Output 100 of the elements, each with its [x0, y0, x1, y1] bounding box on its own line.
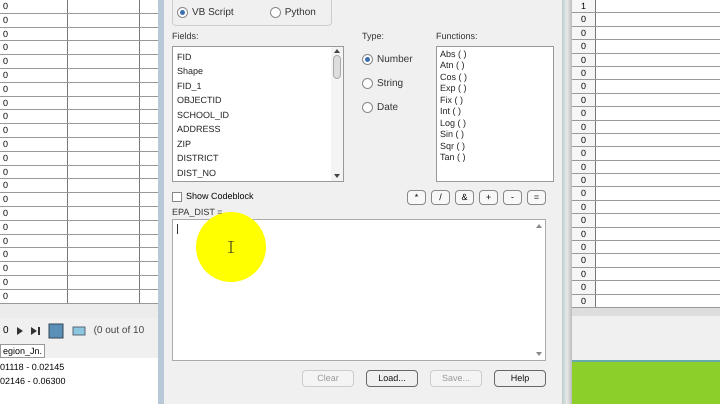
table-cell: 0 [572, 160, 596, 174]
field-item[interactable]: OBJECTID [177, 93, 331, 108]
expression-label: EPA_DIST = [172, 206, 224, 219]
table-cell: 0 [572, 294, 596, 307]
table-cell: 0 [572, 107, 596, 120]
record-count: (0 out of 10 [94, 324, 144, 338]
operator-button[interactable]: / [431, 190, 450, 204]
table-cell-text: 0 [2, 124, 8, 137]
dialog-button[interactable]: Help [494, 370, 546, 387]
function-item[interactable]: Log ( ) [440, 118, 553, 129]
legend-label: 01118 - 0.02145 [0, 360, 66, 374]
table-cell: 0 [572, 66, 596, 80]
radio-button[interactable] [362, 78, 373, 88]
operator-button[interactable]: * [407, 190, 426, 204]
expression-field[interactable] [172, 219, 546, 361]
field-item[interactable]: DIST_NO [177, 166, 331, 180]
scrollbar[interactable] [331, 46, 343, 180]
function-item[interactable]: Sqr ( ) [440, 140, 553, 152]
operator-button[interactable]: - [503, 190, 522, 204]
table-cell-text: 0 [2, 276, 8, 289]
functions-list[interactable]: Abs ( ) Atn ( ) Cos ( ) Exp ( ) Fix ( ) Int ( ) Log ( ) Sin ( ) Sqr ( ) Tan ( ) [436, 46, 554, 182]
table-tab[interactable]: egion_Jn. [0, 344, 46, 358]
table-view-icon[interactable] [48, 322, 64, 339]
table-view-icon[interactable] [72, 326, 86, 336]
fields-label: Fields: [172, 30, 200, 43]
field-item[interactable]: ADDRESS [177, 122, 331, 136]
table-cell: 0 [572, 40, 596, 53]
table-cell-text: 0 [2, 248, 8, 262]
table-cell-text: 0 [2, 68, 8, 82]
table-cell-text: 0 [2, 14, 8, 27]
dialog-button[interactable]: Load... [366, 370, 418, 387]
function-item[interactable]: Int ( ) [440, 106, 553, 118]
table-cell-text: 0 [2, 41, 8, 54]
functions-label: Functions: [436, 30, 479, 43]
radio-label: String [377, 76, 404, 90]
field-item[interactable]: ZIP [177, 136, 331, 151]
table-cell-text: 0 [2, 193, 8, 206]
table-cell-text: 0 [2, 110, 8, 124]
table-cell: 0 [572, 54, 596, 66]
radio-label: Python [284, 6, 316, 20]
radio-button[interactable] [270, 7, 281, 18]
checkbox-label: Show Codeblock [186, 190, 254, 204]
table-cell-text: 0 [2, 166, 8, 178]
table-cell: 0 [572, 174, 596, 186]
table-cell-text: 0 [2, 152, 8, 165]
checkbox[interactable] [172, 192, 182, 202]
table-cell-text: 0 [2, 262, 8, 275]
table-cell: 1 [572, 0, 596, 12]
field-item[interactable]: FID [177, 50, 331, 64]
function-item[interactable]: Abs ( ) [440, 48, 553, 60]
record-number: 0 [3, 324, 9, 338]
table-cell: 0 [572, 241, 596, 254]
table-cell-text: 0 [2, 290, 8, 303]
table-cell: 0 [572, 147, 596, 160]
next-record-icon[interactable] [16, 326, 23, 335]
table-cell-text: 0 [2, 179, 8, 192]
operator-button[interactable]: + [479, 190, 498, 204]
type-label: Type: [362, 30, 386, 43]
field-item[interactable]: Shape [177, 64, 331, 78]
radio-button[interactable] [362, 54, 373, 64]
table-cell-text: 0 [2, 82, 8, 96]
table-cell-text: 0 [2, 138, 8, 151]
table-cell-text: 0 [2, 55, 8, 68]
scroll-down-icon[interactable] [334, 174, 340, 178]
function-item[interactable]: Tan ( ) [440, 152, 553, 164]
radio-button[interactable] [362, 102, 373, 112]
radio-label: Date [377, 100, 398, 114]
radio-label: Number [377, 52, 413, 66]
scroll-thumb[interactable] [333, 54, 341, 78]
table-cell-text: 0 [2, 96, 8, 110]
field-item[interactable]: SCHOOL_ID [177, 108, 331, 122]
function-item[interactable]: Atn ( ) [440, 60, 553, 72]
table-cell-text: 0 [2, 220, 8, 234]
scroll-up-icon[interactable] [334, 48, 340, 52]
table-cell-text: 0 [2, 28, 8, 40]
table-cell: 0 [572, 120, 596, 133]
text-cursor-icon [228, 241, 234, 253]
table-cell-text: 0 [2, 206, 8, 220]
operator-button[interactable]: & [455, 190, 474, 204]
table-cell: 0 [572, 26, 596, 40]
function-item[interactable]: Exp ( ) [440, 83, 553, 94]
function-item[interactable]: Fix ( ) [440, 94, 553, 106]
table-cell: 0 [572, 13, 596, 26]
table-cell: 0 [572, 281, 596, 294]
table-cell: 0 [572, 214, 596, 227]
last-record-icon[interactable] [30, 326, 40, 335]
function-item[interactable]: Sin ( ) [440, 129, 553, 140]
function-item[interactable]: Cos ( ) [440, 72, 553, 83]
table-cell: 0 [572, 228, 596, 240]
table-cell-text: 0 [2, 0, 8, 13]
radio-button[interactable] [177, 7, 188, 18]
table-cell: 0 [572, 80, 596, 93]
table-cell: 0 [572, 200, 596, 214]
table-cell: 0 [572, 187, 596, 200]
operator-button[interactable]: = [527, 190, 546, 204]
fields-list[interactable]: FID Shape FID_1 OBJECTID SCHOOL_ID ADDRESS ZIP DISTRICT DIST_NO [172, 46, 344, 182]
table-cell: 0 [572, 254, 596, 267]
field-item[interactable]: DISTRICT [177, 151, 331, 166]
field-item[interactable]: FID_1 [177, 78, 331, 93]
table-cell: 0 [572, 134, 596, 146]
